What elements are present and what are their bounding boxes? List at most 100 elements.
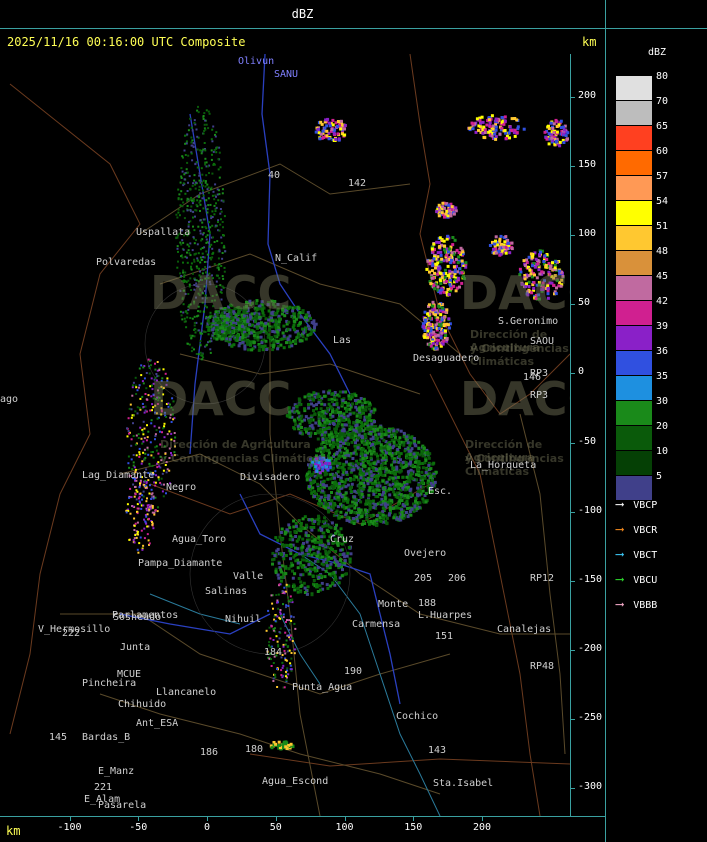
echo-cell xyxy=(136,548,139,551)
echo-cell xyxy=(158,369,161,372)
echo-cell xyxy=(327,402,331,406)
echo-cell xyxy=(189,187,192,190)
echo-cell xyxy=(483,131,487,134)
echo-cell xyxy=(143,527,146,530)
echo-cell xyxy=(297,418,301,422)
echo-cell xyxy=(207,325,211,329)
echo-cell xyxy=(217,158,220,161)
echo-cell xyxy=(199,203,202,206)
echo-cell xyxy=(426,259,430,263)
echo-cell xyxy=(184,134,186,137)
echo-cell xyxy=(443,248,446,252)
echo-cell xyxy=(437,327,441,330)
echo-cell xyxy=(308,572,312,576)
echo-cell xyxy=(367,427,371,431)
echo-cell xyxy=(378,425,382,429)
echo-cell xyxy=(313,324,317,327)
echo-cell xyxy=(346,551,350,555)
echo-cell xyxy=(308,478,312,482)
echo-cell xyxy=(503,129,507,132)
echo-cell xyxy=(191,334,194,337)
echo-cell xyxy=(388,476,392,480)
echo-cell xyxy=(413,460,417,464)
echo-cell xyxy=(205,235,207,238)
echo-cell xyxy=(317,422,321,425)
echo-cell xyxy=(183,320,186,323)
echo-cell xyxy=(188,343,191,346)
echo-cell xyxy=(453,238,457,242)
echo-cell xyxy=(320,402,324,406)
echo-cell xyxy=(276,615,279,618)
echo-cell xyxy=(293,529,297,533)
echo-cell xyxy=(143,411,146,414)
echo-cell xyxy=(350,468,354,472)
echo-cell xyxy=(331,414,335,418)
echo-cell xyxy=(362,411,365,415)
echo-cell xyxy=(301,537,305,541)
echo-cell xyxy=(250,348,254,352)
echo-cell xyxy=(477,128,480,132)
echo-cell xyxy=(293,588,297,592)
echo-cell xyxy=(300,551,304,555)
echo-cell xyxy=(273,334,277,338)
echo-cell xyxy=(144,484,147,487)
echo-cell xyxy=(168,430,171,433)
echo-cell xyxy=(154,368,157,371)
echo-cell xyxy=(170,432,173,435)
echo-cell xyxy=(440,211,444,215)
echo-cell xyxy=(317,487,320,491)
echo-cell xyxy=(132,505,135,508)
echo-cell xyxy=(130,444,133,447)
echo-cell xyxy=(374,425,378,428)
echo-cell xyxy=(299,580,303,584)
echo-cell xyxy=(199,232,202,235)
echo-cell xyxy=(220,330,224,334)
echo-cell xyxy=(256,335,260,339)
echo-cell xyxy=(287,523,291,527)
map-bottom-line xyxy=(0,816,605,817)
echo-cell xyxy=(395,506,399,510)
echo-cell xyxy=(301,309,305,313)
echo-cell xyxy=(125,511,128,514)
echo-cell xyxy=(208,329,211,331)
echo-cell xyxy=(215,326,217,329)
echo-cell xyxy=(402,465,406,469)
echo-cell xyxy=(279,627,282,630)
echo-cell xyxy=(187,129,190,132)
echo-cell xyxy=(226,326,230,330)
echo-cell xyxy=(504,137,508,140)
echo-cell xyxy=(210,149,213,152)
echo-cell xyxy=(445,253,449,257)
echo-cell xyxy=(426,481,430,485)
echo-cell xyxy=(323,430,327,434)
echo-cell xyxy=(283,543,287,547)
echo-cell xyxy=(284,530,288,534)
echo-cell xyxy=(180,198,183,201)
echo-cell xyxy=(290,657,293,660)
echo-cell xyxy=(221,334,225,338)
echo-cell xyxy=(343,127,346,131)
echo-cell xyxy=(453,270,457,274)
echo-cell xyxy=(309,473,313,477)
echo-cell xyxy=(327,494,331,498)
echo-cell xyxy=(401,460,405,464)
echo-cell xyxy=(334,137,338,141)
echo-cell xyxy=(359,500,363,504)
echo-cell xyxy=(220,242,223,244)
echo-cell xyxy=(190,152,193,155)
echo-cell xyxy=(433,287,437,291)
echo-cell xyxy=(247,348,250,352)
echo-cell xyxy=(435,341,439,345)
echo-cell xyxy=(186,261,189,264)
radar-map[interactable]: DACC DACC DACC DACC Dirección de Agricul… xyxy=(0,54,570,816)
echo-cell xyxy=(245,340,249,344)
echo-cell xyxy=(527,255,531,259)
echo-cell xyxy=(375,518,379,522)
echo-cell xyxy=(138,407,141,410)
echo-cell xyxy=(350,490,353,494)
echo-cell xyxy=(161,472,164,475)
echo-cell xyxy=(139,536,142,539)
echo-cell xyxy=(338,462,342,466)
echo-cell xyxy=(301,335,305,339)
echo-cell xyxy=(307,534,310,538)
